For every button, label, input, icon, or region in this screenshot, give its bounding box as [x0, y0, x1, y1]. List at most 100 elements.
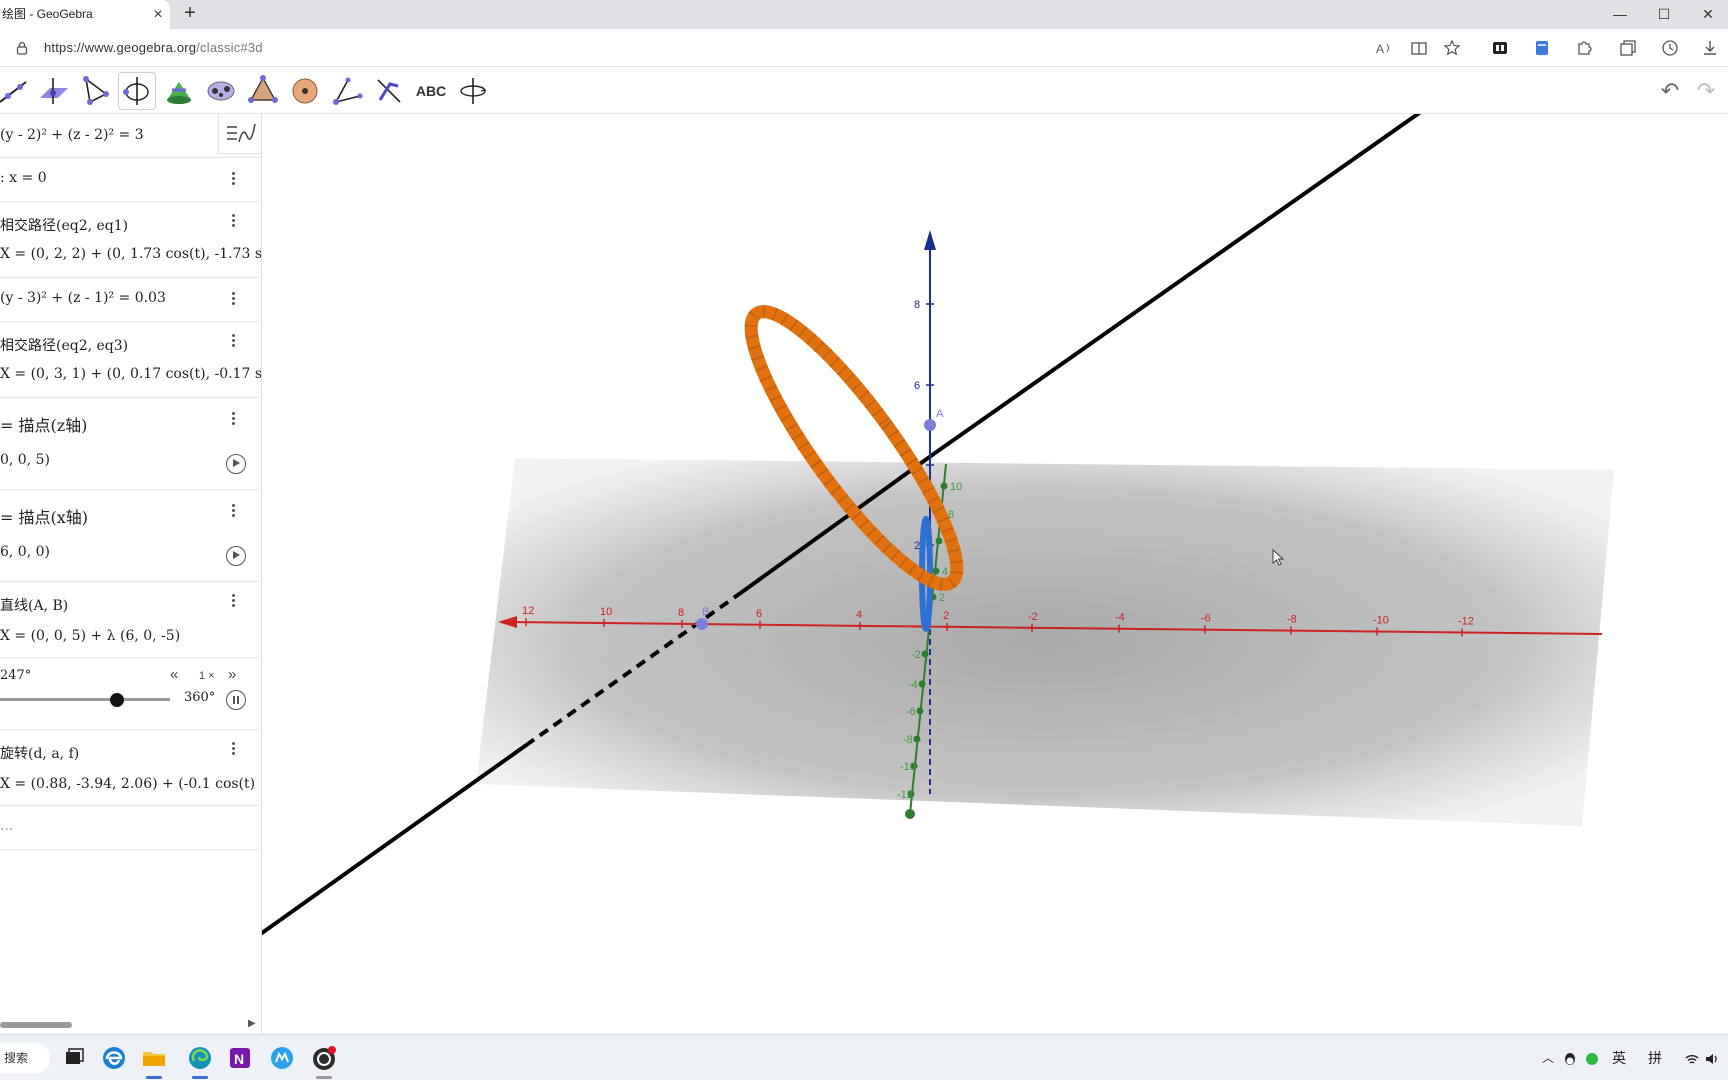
- algebra-row-main: = 描点(z轴): [0, 416, 88, 435]
- obs-recorder-icon[interactable]: [310, 1044, 338, 1072]
- y-axis-tick: [940, 482, 948, 490]
- more-options-icon[interactable]: [226, 592, 240, 612]
- pause-icon[interactable]: [226, 690, 246, 710]
- algebra-view: (y - 2)² + (z - 2)² = 3 : x = 0 相交路径(eq2…: [0, 114, 262, 1034]
- z-axis-arrow-icon: [924, 230, 936, 250]
- x-axis-tick-label: 4: [856, 609, 862, 621]
- ime-language[interactable]: 英: [1612, 1035, 1626, 1081]
- rotate-view-tool-icon[interactable]: [454, 72, 492, 110]
- plane-tool-icon[interactable]: [34, 72, 72, 110]
- new-tab-button[interactable]: +: [180, 0, 200, 29]
- algebra-row[interactable]: 直线(A, B) X = (0, 0, 5) + λ (6, 0, -5): [0, 582, 260, 658]
- text-tool-icon[interactable]: ABC: [412, 72, 450, 110]
- sphere-tool-icon[interactable]: [286, 72, 324, 110]
- close-tab-icon[interactable]: ×: [150, 0, 166, 29]
- algebra-horizontal-scrollbar[interactable]: ▶: [0, 1018, 261, 1030]
- redo-button[interactable]: ↷: [1691, 78, 1721, 104]
- algebra-row-value: 0, 0, 5): [0, 452, 50, 468]
- qq-tray-icon[interactable]: [1562, 1035, 1578, 1081]
- algebra-input-row[interactable]: ...: [0, 806, 260, 850]
- download-icon[interactable]: [1700, 38, 1720, 58]
- extension-icon[interactable]: [1490, 38, 1510, 58]
- graphics-3d-view[interactable]: 12 10 8 6 4 2 -2 -4 -6 -8 -10 -12 8642 10 8 6 4 2 -2 -4 -6…: [262, 114, 1728, 1034]
- z-axis-tick-label: 8: [914, 299, 920, 311]
- more-options-icon[interactable]: [226, 212, 240, 232]
- close-window-button[interactable]: ✕: [1688, 0, 1728, 29]
- plane-surface[interactable]: [476, 458, 1614, 826]
- slower-icon[interactable]: «: [170, 666, 178, 683]
- line-ab[interactable]: [933, 114, 1432, 455]
- x-axis-tick-label: 2: [943, 610, 949, 622]
- edge-browser-icon[interactable]: [186, 1044, 214, 1072]
- point-a[interactable]: [924, 419, 936, 431]
- angle-tool-icon[interactable]: [328, 72, 366, 110]
- rotate-around-line-tool-icon[interactable]: [118, 72, 156, 110]
- collections-icon[interactable]: [1618, 38, 1638, 58]
- reflect-tool-icon[interactable]: [370, 72, 408, 110]
- more-options-icon[interactable]: [226, 290, 240, 310]
- y-axis-tick: [935, 537, 943, 545]
- play-icon[interactable]: [226, 546, 246, 566]
- algebra-row[interactable]: = 描点(x轴) 6, 0, 0): [0, 490, 260, 582]
- minimize-button[interactable]: —: [1600, 0, 1640, 29]
- wifi-icon[interactable]: [1684, 1035, 1700, 1081]
- read-aloud-icon[interactable]: A: [1374, 38, 1394, 58]
- animation-speed[interactable]: 1 ×: [199, 670, 215, 682]
- tab-title: 绘图 - GeoGebra: [2, 7, 93, 21]
- edge-legacy-icon[interactable]: [100, 1044, 128, 1072]
- maps-app-icon[interactable]: [268, 1044, 296, 1072]
- algebra-row[interactable]: (y - 2)² + (z - 2)² = 3: [0, 114, 260, 158]
- algebra-row[interactable]: 相交路径(eq2, eq1) X = (0, 2, 2) + (0, 1.73 …: [0, 202, 261, 278]
- faster-icon[interactable]: »: [228, 666, 236, 683]
- wechat-tray-icon[interactable]: [1584, 1035, 1600, 1081]
- line-ab[interactable]: [262, 739, 534, 940]
- play-icon[interactable]: [226, 454, 246, 474]
- onenote-icon[interactable]: N: [226, 1044, 254, 1072]
- triangle-tool-icon[interactable]: [76, 72, 114, 110]
- more-options-icon[interactable]: [226, 170, 240, 190]
- algebra-row-main: 旋转(d, a, f): [0, 746, 80, 762]
- cone-tool-icon[interactable]: [160, 72, 198, 110]
- maximize-button[interactable]: ☐: [1644, 0, 1684, 29]
- ime-mode[interactable]: 拼: [1648, 1035, 1662, 1081]
- taskbar-search[interactable]: 搜索: [0, 1043, 50, 1073]
- algebra-row[interactable]: (y - 3)² + (z - 1)² = 0.03: [0, 278, 260, 322]
- pyramid-tool-icon[interactable]: [244, 72, 282, 110]
- notes-extension-icon[interactable]: [1532, 38, 1552, 58]
- y-axis-tick-label: -12: [897, 789, 913, 801]
- volume-icon[interactable]: [1704, 1035, 1720, 1081]
- algebra-row[interactable]: = 描点(z轴) 0, 0, 5): [0, 398, 260, 490]
- url-path: /classic#3d: [196, 40, 263, 55]
- puzzle-icon[interactable]: [1574, 38, 1594, 58]
- net-tool-icon[interactable]: [202, 72, 240, 110]
- point-b[interactable]: [696, 618, 708, 630]
- reader-view-icon[interactable]: [1409, 38, 1429, 58]
- point-a-label: A: [936, 408, 944, 420]
- favorite-icon[interactable]: [1443, 38, 1463, 58]
- algebra-row-main: 相交路径(eq2, eq3): [0, 338, 129, 354]
- y-axis-tick-label: 4: [942, 566, 948, 578]
- tray-overflow-icon[interactable]: ︿: [1542, 1035, 1554, 1081]
- algebra-row[interactable]: 旋转(d, a, f) X = (0.88, -3.94, 2.06) + (-…: [0, 730, 261, 806]
- algebra-row[interactable]: : x = 0: [0, 158, 260, 202]
- more-options-icon[interactable]: [226, 332, 240, 352]
- scroll-right-icon[interactable]: ▶: [248, 1018, 256, 1029]
- task-view-icon[interactable]: [60, 1044, 88, 1072]
- line-tool-icon[interactable]: [0, 72, 32, 110]
- file-explorer-icon[interactable]: [140, 1044, 168, 1072]
- browser-tab[interactable]: 绘图 - GeoGebra ×: [0, 0, 170, 29]
- undo-button[interactable]: ↶: [1655, 78, 1685, 104]
- y-axis-tick-label: 2: [939, 592, 945, 604]
- more-options-icon[interactable]: [226, 410, 240, 430]
- algebra-input[interactable]: ...: [0, 818, 13, 834]
- graphics-3d-canvas[interactable]: 12 10 8 6 4 2 -2 -4 -6 -8 -10 -12 8642 108642-2-4-6…: [262, 114, 1728, 1034]
- more-options-icon[interactable]: [226, 502, 240, 522]
- slider-track[interactable]: [0, 698, 170, 701]
- url-field[interactable]: https://www.geogebra.org/classic#3d: [44, 29, 263, 67]
- slider-row[interactable]: 247° « 1 × » 360°: [0, 658, 260, 730]
- algebra-row[interactable]: 相交路径(eq2, eq3) X = (0, 3, 1) + (0, 0.17 …: [0, 322, 261, 398]
- y-axis-tick: [913, 735, 921, 743]
- slider-handle[interactable]: [109, 693, 124, 707]
- history-icon[interactable]: [1660, 38, 1680, 58]
- more-options-icon[interactable]: [226, 740, 240, 760]
